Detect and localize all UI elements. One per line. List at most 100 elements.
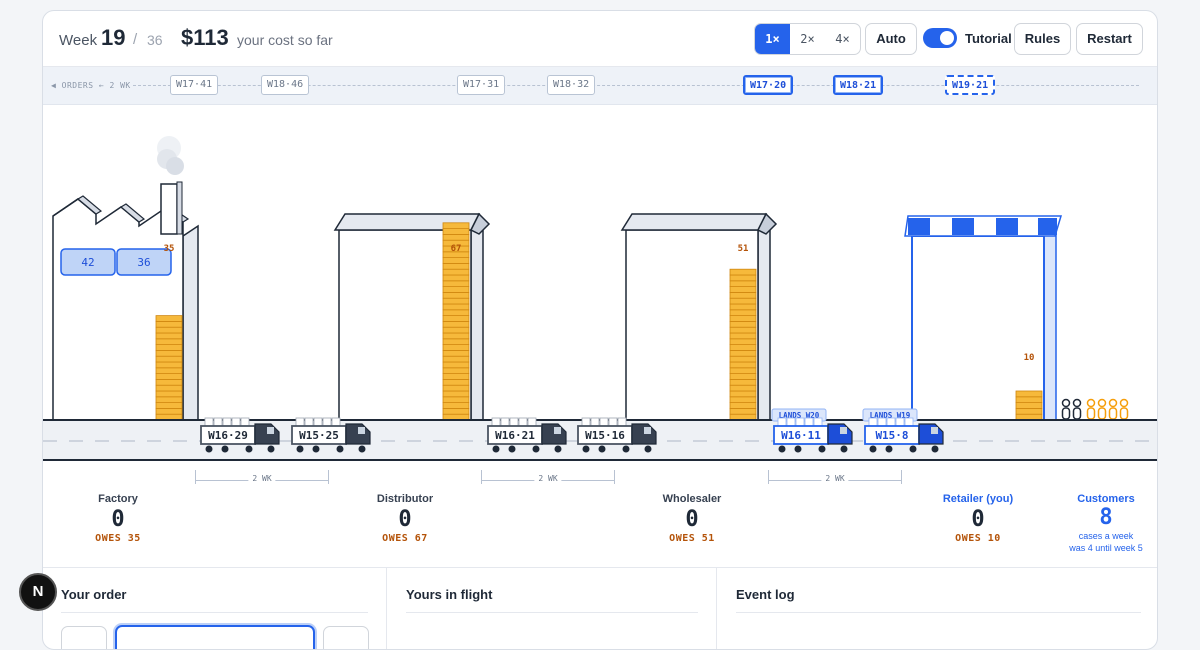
- inventory-case: [155, 390, 183, 398]
- inventory-case: [1015, 407, 1043, 415]
- inventory-case: [442, 355, 470, 363]
- order-tag-mine: W17·20: [743, 75, 794, 95]
- speed-selector: 1× 2× 4×: [754, 23, 861, 55]
- inventory-case: [729, 315, 757, 322]
- speed-4x-button[interactable]: 4×: [825, 24, 860, 54]
- inventory-case: [729, 367, 757, 374]
- inventory-case: [729, 286, 757, 293]
- inventory-case: [442, 262, 470, 270]
- inventory-case: [442, 222, 470, 230]
- inventory-case: [155, 367, 183, 374]
- wheel: [245, 445, 253, 453]
- inventory-case: [442, 338, 470, 346]
- wheel: [508, 445, 516, 453]
- supply-chain-scene: 42 36 35 67 51 10 W16·29 W15·25 W16·21 W…: [43, 136, 1157, 461]
- inventory-stacks: [155, 222, 1043, 421]
- inventory-case: [729, 361, 757, 369]
- inventory-case: [729, 326, 757, 334]
- tutorial-toggle[interactable]: [923, 28, 957, 48]
- retailer-building: [904, 215, 1063, 422]
- stage-name: Retailer (you): [942, 493, 1014, 505]
- inventory-case: [442, 344, 470, 351]
- inventory-case: [729, 297, 757, 305]
- wheel: [492, 445, 500, 453]
- bottom-panels: Your order Yours in flight Event log: [43, 567, 1157, 649]
- speed-1x-button[interactable]: 1×: [755, 24, 790, 54]
- inventory-case: [1015, 396, 1043, 403]
- inventory-case: [155, 332, 183, 340]
- wheel: [598, 445, 606, 453]
- customer-icon: [1108, 398, 1118, 420]
- wheel: [794, 445, 802, 453]
- order-quantity-input[interactable]: [115, 625, 315, 649]
- inventory-case: [155, 378, 183, 386]
- dev-tools-badge[interactable]: N: [19, 573, 57, 611]
- inventory-case: [729, 338, 757, 346]
- wheel: [554, 445, 562, 453]
- inventory-case: [442, 303, 470, 311]
- inventory-case: [155, 361, 183, 369]
- restart-button[interactable]: Restart: [1076, 23, 1143, 55]
- inventory-case: [729, 355, 757, 363]
- inventory-case: [729, 378, 757, 386]
- lead-time-marker: 2 WK: [481, 470, 615, 484]
- inventory-case: [442, 367, 470, 374]
- wheel: [221, 445, 229, 453]
- wheel: [532, 445, 540, 453]
- inventory-case: [442, 402, 470, 409]
- order-tag-mine: W18·21: [833, 75, 884, 95]
- tutorial-label: Tutorial: [965, 31, 1012, 46]
- lead-time-marker: 2 WK: [768, 470, 902, 484]
- inventory-case: [729, 291, 757, 299]
- truck-label: W15·25: [299, 429, 339, 442]
- customers-stats: Customers 8 cases a week was 4 until wee…: [1048, 493, 1157, 554]
- lead-time-label: 2 WK: [821, 474, 849, 483]
- retailer-stock-label: 10: [1024, 353, 1035, 363]
- wheel: [931, 445, 939, 453]
- inventory-case: [729, 396, 757, 403]
- lead-time-label: 2 WK: [248, 474, 276, 483]
- week-number: 19: [101, 25, 126, 50]
- inventory-case: [155, 402, 183, 409]
- stage-owes: OWES 35: [95, 533, 141, 544]
- truck-label: W16·11: [781, 429, 821, 442]
- customer-icon: [1119, 398, 1129, 420]
- wheel: [818, 445, 826, 453]
- inventory-case: [729, 407, 757, 415]
- inventory-case: [729, 390, 757, 398]
- auto-button[interactable]: Auto: [865, 23, 917, 55]
- production-batch-label: 42: [81, 256, 94, 269]
- inventory-case: [442, 390, 470, 398]
- customers-note-line2: was 4 until week 5: [1069, 543, 1143, 553]
- wheel: [358, 445, 366, 453]
- inventory-case: [442, 407, 470, 415]
- inventory-case: [442, 309, 470, 317]
- lead-time-label: 2 WK: [534, 474, 562, 483]
- wheel: [885, 445, 893, 453]
- rules-button[interactable]: Rules: [1014, 23, 1071, 55]
- week-label: Week: [59, 32, 98, 49]
- retailer-stats: Retailer (you) 0 OWES 10: [888, 493, 1068, 544]
- stage-name: Wholesaler: [662, 493, 722, 505]
- wheel: [296, 445, 304, 453]
- smoke-icon: [157, 136, 184, 175]
- stage-name: Factory: [98, 493, 138, 505]
- wholesaler-stats: Wholesaler 0 OWES 51: [602, 493, 782, 544]
- truck-label: W15·16: [585, 429, 625, 442]
- customer-icon: [1086, 398, 1096, 420]
- truck-label: W16·21: [495, 429, 535, 442]
- inventory-case: [155, 344, 183, 351]
- week-slash: /: [133, 31, 138, 48]
- wheel: [336, 445, 344, 453]
- inventory-case: [729, 268, 757, 276]
- inventory-case: [442, 384, 470, 392]
- inventory-case: [442, 280, 470, 288]
- inventory-case: [442, 349, 470, 357]
- inventory-case: [1015, 402, 1043, 409]
- truck-label: W16·29: [208, 429, 248, 442]
- wheel: [267, 445, 275, 453]
- customer-icon: [1072, 398, 1082, 420]
- wholesaler-stock-label: 51: [738, 244, 749, 254]
- total-weeks: 36: [147, 32, 163, 48]
- speed-2x-button[interactable]: 2×: [790, 24, 825, 54]
